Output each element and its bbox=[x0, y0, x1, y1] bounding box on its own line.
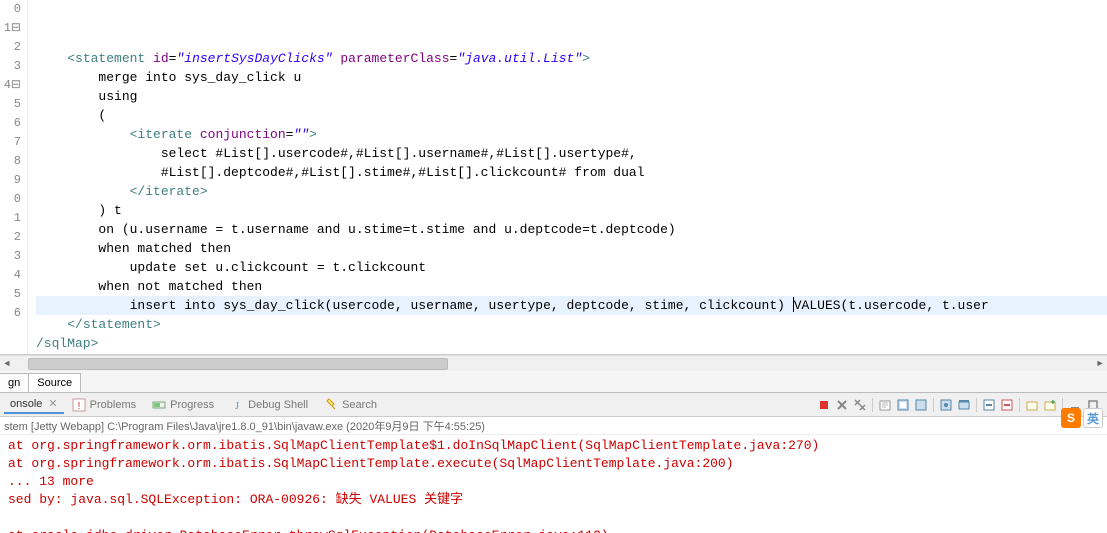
line-number[interactable]: 4 bbox=[0, 266, 21, 285]
line-number[interactable]: 1 bbox=[0, 209, 21, 228]
display-console-button[interactable] bbox=[956, 397, 972, 413]
code-line[interactable]: when matched then bbox=[36, 239, 1107, 258]
scroll-right-arrow[interactable]: ► bbox=[1093, 357, 1107, 371]
code-line[interactable]: using bbox=[36, 87, 1107, 106]
line-number-gutter[interactable]: 01⊟234⊟567890123456 bbox=[0, 0, 28, 354]
scroll-track[interactable] bbox=[28, 357, 1079, 371]
scroll-lock-button[interactable] bbox=[895, 397, 911, 413]
console-line[interactable]: at org.springframework.orm.ibatis.SqlMap… bbox=[8, 437, 1099, 455]
warning-icon: ! bbox=[72, 398, 86, 412]
terminate-button[interactable] bbox=[816, 397, 832, 413]
new-console-button[interactable] bbox=[1042, 397, 1058, 413]
code-line[interactable]: when not matched then bbox=[36, 277, 1107, 296]
line-number[interactable]: 0 bbox=[0, 0, 21, 19]
view-tab-progress[interactable]: Progress bbox=[144, 396, 222, 414]
editor-area: 01⊟234⊟567890123456 <statement id="inser… bbox=[0, 0, 1107, 355]
tab-source[interactable]: Source bbox=[28, 373, 81, 392]
view-tab-search[interactable]: Search bbox=[316, 396, 385, 414]
console-line[interactable]: ... 13 more bbox=[8, 473, 1099, 491]
scroll-left-arrow[interactable]: ◄ bbox=[0, 357, 14, 371]
console-line[interactable]: sed by: java.sql.SQLException: ORA-00926… bbox=[8, 491, 1099, 509]
code-line[interactable] bbox=[36, 30, 1107, 49]
svg-text:!: ! bbox=[77, 401, 80, 412]
code-line[interactable]: <statement id="insertSysDayClicks" param… bbox=[36, 49, 1107, 68]
horizontal-scrollbar[interactable]: ◄ ► bbox=[0, 355, 1107, 371]
open-console-button[interactable] bbox=[1024, 397, 1040, 413]
code-line[interactable]: insert into sys_day_click(usercode, user… bbox=[36, 296, 1107, 315]
ime-sogou-icon[interactable]: S bbox=[1061, 408, 1081, 428]
remove-launch-button[interactable] bbox=[834, 397, 850, 413]
code-line[interactable]: select #List[].usercode#,#List[].usernam… bbox=[36, 144, 1107, 163]
code-line[interactable]: #List[].deptcode#,#List[].stime#,#List[]… bbox=[36, 163, 1107, 182]
ime-indicator[interactable]: S 英 bbox=[1061, 408, 1103, 428]
pin-console-button[interactable] bbox=[938, 397, 954, 413]
line-number[interactable]: 9 bbox=[0, 171, 21, 190]
console-launch-info: stem [Jetty Webapp] C:\Program Files\Jav… bbox=[0, 417, 1107, 435]
close-icon[interactable]: ✕ bbox=[48, 397, 57, 410]
line-number[interactable]: 3 bbox=[0, 57, 21, 76]
scroll-thumb[interactable] bbox=[28, 358, 448, 370]
console-line[interactable]: at oracle.jdbc.driver.DatabaseError.thro… bbox=[8, 527, 1099, 533]
letter-j-icon: J bbox=[230, 398, 244, 412]
code-line[interactable]: <iterate conjunction=""> bbox=[36, 125, 1107, 144]
console-output[interactable]: at org.springframework.orm.ibatis.SqlMap… bbox=[0, 435, 1107, 533]
remove-all-button[interactable] bbox=[852, 397, 868, 413]
line-number[interactable]: 5 bbox=[0, 285, 21, 304]
line-number[interactable]: 2 bbox=[0, 38, 21, 57]
svg-text:J: J bbox=[235, 400, 240, 412]
code-line[interactable]: ( bbox=[36, 106, 1107, 125]
view-tab-problems[interactable]: ! Problems bbox=[64, 396, 144, 414]
code-line[interactable]: </statement> bbox=[36, 315, 1107, 334]
code-line[interactable]: </iterate> bbox=[36, 182, 1107, 201]
line-number[interactable]: 5 bbox=[0, 95, 21, 114]
line-number[interactable]: 1⊟ bbox=[0, 19, 21, 38]
console-tab-label: onsole bbox=[10, 398, 42, 410]
show-stdout-button[interactable] bbox=[981, 397, 997, 413]
clear-console-button[interactable] bbox=[877, 397, 893, 413]
progress-icon bbox=[152, 398, 166, 412]
code-line[interactable]: update set u.clickcount = t.clickcount bbox=[36, 258, 1107, 277]
line-number[interactable]: 7 bbox=[0, 133, 21, 152]
line-number[interactable]: 6 bbox=[0, 114, 21, 133]
code-editor[interactable]: <statement id="insertSysDayClicks" param… bbox=[28, 0, 1107, 354]
line-number[interactable]: 6 bbox=[0, 304, 21, 323]
code-line[interactable]: on (u.username = t.username and u.stime=… bbox=[36, 220, 1107, 239]
word-wrap-button[interactable] bbox=[913, 397, 929, 413]
code-line[interactable]: ) t bbox=[36, 201, 1107, 220]
view-tab-console[interactable]: onsole ✕ bbox=[4, 395, 64, 414]
flashlight-icon bbox=[324, 398, 338, 412]
editor-mode-tabs: gn Source bbox=[0, 371, 1107, 393]
show-stderr-button[interactable] bbox=[999, 397, 1015, 413]
line-number[interactable]: 2 bbox=[0, 228, 21, 247]
bottom-panel-tabs: onsole ✕ ! Problems Progress J Debug She… bbox=[0, 393, 1107, 417]
line-number[interactable]: 8 bbox=[0, 152, 21, 171]
code-line[interactable]: /sqlMap> bbox=[36, 334, 1107, 353]
view-tab-debugshell[interactable]: J Debug Shell bbox=[222, 396, 316, 414]
line-number[interactable]: 4⊟ bbox=[0, 76, 21, 95]
console-line[interactable] bbox=[8, 509, 1099, 527]
tab-design[interactable]: gn bbox=[0, 373, 29, 392]
ime-lang-icon[interactable]: 英 bbox=[1083, 408, 1103, 428]
code-line[interactable]: merge into sys_day_click u bbox=[36, 68, 1107, 87]
line-number[interactable]: 0 bbox=[0, 190, 21, 209]
console-line[interactable]: at org.springframework.orm.ibatis.SqlMap… bbox=[8, 455, 1099, 473]
line-number[interactable]: 3 bbox=[0, 247, 21, 266]
